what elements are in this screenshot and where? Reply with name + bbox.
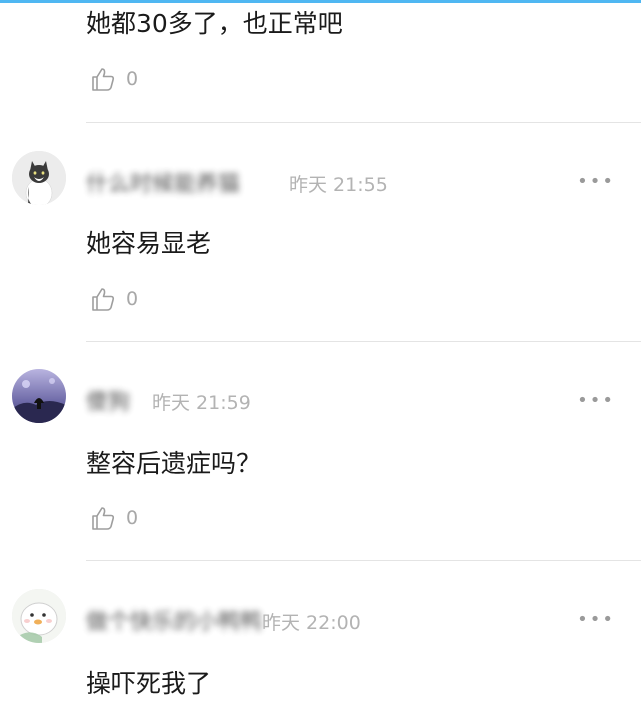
like-count: 0 [126,288,139,310]
avatar[interactable] [12,151,66,205]
divider [86,560,641,561]
more-options-icon[interactable]: ••• [577,167,615,197]
night-scene-avatar [12,369,66,423]
like-count: 0 [126,68,139,90]
like-button[interactable]: 0 [90,503,138,533]
divider [86,341,641,342]
cartoon-duck-avatar [12,589,66,643]
top-accent-bar [0,0,641,3]
like-count: 0 [126,507,139,529]
more-options-icon[interactable]: ••• [577,386,615,416]
comment-text: 整容后遗症吗？ [86,449,262,478]
thumbs-up-icon [92,68,115,91]
comment-text: 她都30多了，也正常吧 [86,9,343,38]
cat-photo-avatar [12,151,66,205]
timestamp: 昨天 21:59 [152,392,251,414]
thumbs-up-icon [92,288,115,311]
comment-text: 操吓死我了 [86,669,212,698]
more-options-icon[interactable]: ••• [577,605,615,635]
thumbs-up-icon [92,507,115,530]
timestamp: 昨天 22:00 [262,612,361,634]
username[interactable]: 做个快乐的小鸭鸭 [86,608,262,638]
comment-text: 她容易显老 [86,229,212,258]
like-button[interactable]: 0 [90,284,138,314]
username[interactable]: 什么时候能养猫 [86,170,240,200]
username[interactable]: 傻狗 [86,388,130,418]
divider [86,122,641,123]
avatar[interactable] [12,369,66,423]
avatar[interactable] [12,589,66,643]
timestamp: 昨天 21:55 [289,174,388,196]
like-button[interactable]: 0 [90,64,138,94]
